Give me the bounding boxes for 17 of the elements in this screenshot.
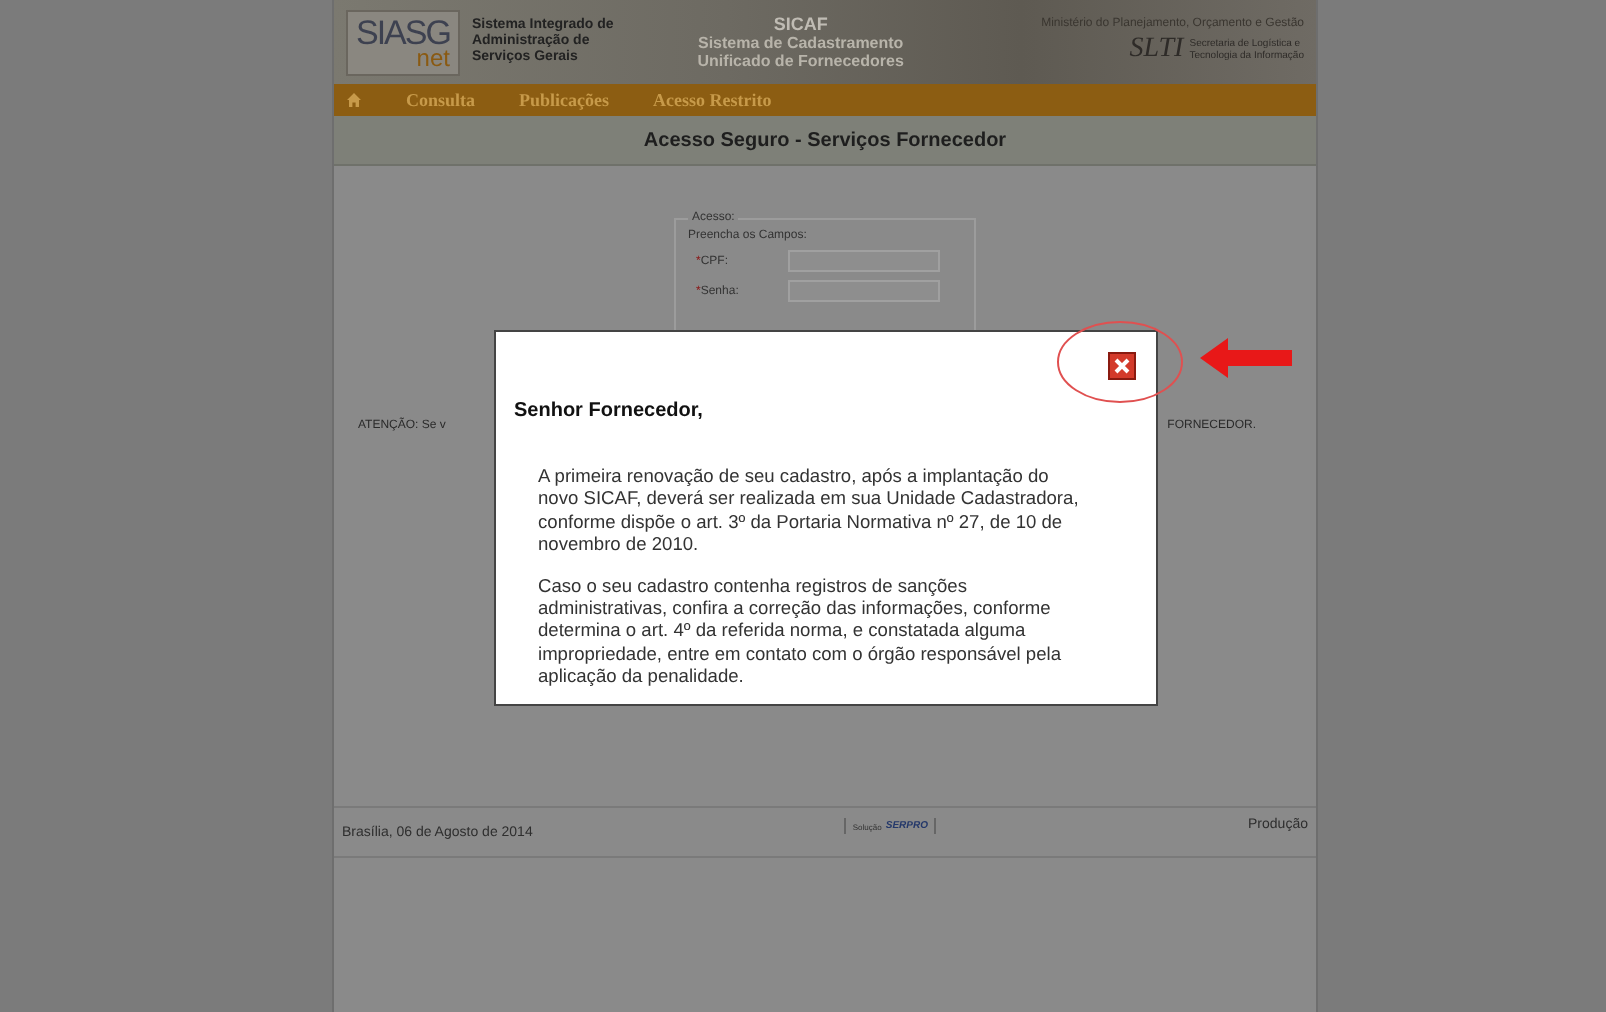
- home-icon[interactable]: [346, 92, 362, 108]
- logo-subtext: net: [416, 45, 450, 69]
- nav-link[interactable]: Consulta: [406, 90, 476, 110]
- nav-link[interactable]: Publicações: [519, 90, 610, 110]
- dialog-heading: Senhor Fornecedor,: [514, 400, 705, 422]
- banner-title: SICAF: [773, 15, 828, 33]
- dialog-paragraph: Caso o seu cadastro contenha registros de sanções administrativas, confira a correção das informações, conforme determina o art. 4º da referida norma, e constatada alguma impropriedade, entre em contato com o órgão responsável pela aplicação da penalidade.: [538, 575, 1063, 690]
- nav-link[interactable]: Acesso Restrito: [653, 90, 772, 110]
- agency-logo: SLTI: [1129, 34, 1184, 66]
- arrow-icon: [1200, 338, 1292, 378]
- dialog-paragraph: A primeira renovação de seu cadastro, após a implantação do novo SICAF, deverá ser realizada em sua Unidade Cadastradora, conforme dispõe o art. 3º da Portaria Normativa nº 27, de 10 de novembro de 2010.: [538, 466, 1081, 558]
- logo-text: SIASG: [356, 15, 450, 49]
- close-icon: [1114, 358, 1130, 374]
- highlight-ellipse: [1056, 320, 1184, 404]
- banner-subtitle: Sistema de Cadastramento Unificado de Fornecedores: [697, 33, 904, 69]
- close-button[interactable]: [1108, 352, 1136, 380]
- page-title: Acesso Seguro - Serviços Fornecedor: [643, 129, 1007, 151]
